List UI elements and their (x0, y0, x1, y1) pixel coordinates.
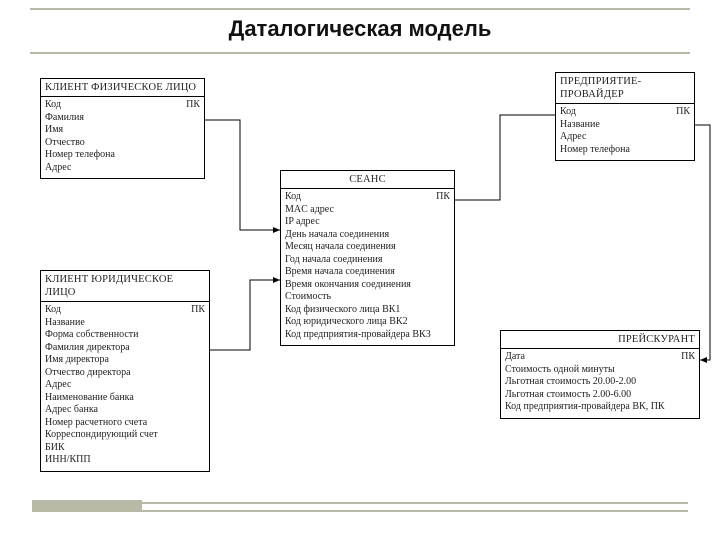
field-row: Отчество директора (45, 367, 205, 380)
field-row: IP адрес (285, 216, 450, 229)
field-row: Название (560, 119, 690, 132)
entity-client-legal: КЛИЕНТ ЮРИДИЧЕСКОЕ ЛИЦО КодПК Название Ф… (40, 270, 210, 472)
entity-body: ДатаПК Стоимость одной минуты Льготная с… (501, 349, 699, 418)
entity-body: КодПК Название Адрес Номер телефона (556, 104, 694, 160)
field-row: Отчество (45, 137, 200, 150)
diagram-canvas: КЛИЕНТ ФИЗИЧЕСКОЕ ЛИЦО КодПК Фамилия Имя… (0, 60, 720, 540)
page-title: Даталогическая модель (30, 16, 690, 42)
field-row: Имя директора (45, 354, 205, 367)
field-row: Код физического лица ВК1 (285, 304, 450, 317)
entity-body: КодПК Название Форма собственности Фамил… (41, 302, 209, 471)
entity-header: ПРЕЙСКУРАНТ (501, 331, 699, 349)
field-row: Время начала соединения (285, 266, 450, 279)
field-row: MAC адрес (285, 204, 450, 217)
entity-provider: ПРЕДПРИЯТИЕ-ПРОВАЙДЕР КодПК Название Адр… (555, 72, 695, 161)
entity-header: ПРЕДПРИЯТИЕ-ПРОВАЙДЕР (556, 73, 694, 104)
field-row: Адрес (560, 131, 690, 144)
field-row: КодПК (560, 106, 690, 119)
field-row: Стоимость (285, 291, 450, 304)
field-row: Стоимость одной минуты (505, 364, 695, 377)
field-row: КодПК (45, 99, 200, 112)
entity-client-person: КЛИЕНТ ФИЗИЧЕСКОЕ ЛИЦО КодПК Фамилия Имя… (40, 78, 205, 179)
field-row: Фамилия (45, 112, 200, 125)
field-row: Фамилия директора (45, 342, 205, 355)
entity-header: СЕАНС (281, 171, 454, 189)
entity-pricelist: ПРЕЙСКУРАНТ ДатаПК Стоимость одной минут… (500, 330, 700, 419)
field-row: Код предприятия-провайдера ВК, ПК (505, 401, 695, 414)
entity-body: КодПК MAC адрес IP адрес День начала сое… (281, 189, 454, 345)
footer-decoration (32, 502, 688, 512)
title-bar: Даталогическая модель (30, 8, 690, 54)
field-row: Льготная стоимость 20.00-2.00 (505, 376, 695, 389)
field-row: Время окончания соединения (285, 279, 450, 292)
entity-body: КодПК Фамилия Имя Отчество Номер телефон… (41, 97, 204, 178)
field-row: Название (45, 317, 205, 330)
field-row: Месяц начала соединения (285, 241, 450, 254)
field-row: КодПК (45, 304, 205, 317)
field-row: Год начала соединения (285, 254, 450, 267)
field-row: Наименование банка (45, 392, 205, 405)
field-row: Номер телефона (560, 144, 690, 157)
entity-header: КЛИЕНТ ЮРИДИЧЕСКОЕ ЛИЦО (41, 271, 209, 302)
field-row: Корреспондирующий счет (45, 429, 205, 442)
entity-session: СЕАНС КодПК MAC адрес IP адрес День нача… (280, 170, 455, 346)
field-row: Номер расчетного счета (45, 417, 205, 430)
field-row: КодПК (285, 191, 450, 204)
field-row: Адрес (45, 162, 200, 175)
entity-header: КЛИЕНТ ФИЗИЧЕСКОЕ ЛИЦО (41, 79, 204, 97)
field-row: Код юридического лица ВК2 (285, 316, 450, 329)
field-row: ДатаПК (505, 351, 695, 364)
field-row: Льготная стоимость 2.00-6.00 (505, 389, 695, 402)
field-row: ИНН/КПП (45, 454, 205, 467)
field-row: День начала соединения (285, 229, 450, 242)
field-row: Код предприятия-провайдера ВК3 (285, 329, 450, 342)
field-row: Имя (45, 124, 200, 137)
field-row: Номер телефона (45, 149, 200, 162)
field-row: Форма собственности (45, 329, 205, 342)
field-row: БИК (45, 442, 205, 455)
field-row: Адрес (45, 379, 205, 392)
field-row: Адрес банка (45, 404, 205, 417)
